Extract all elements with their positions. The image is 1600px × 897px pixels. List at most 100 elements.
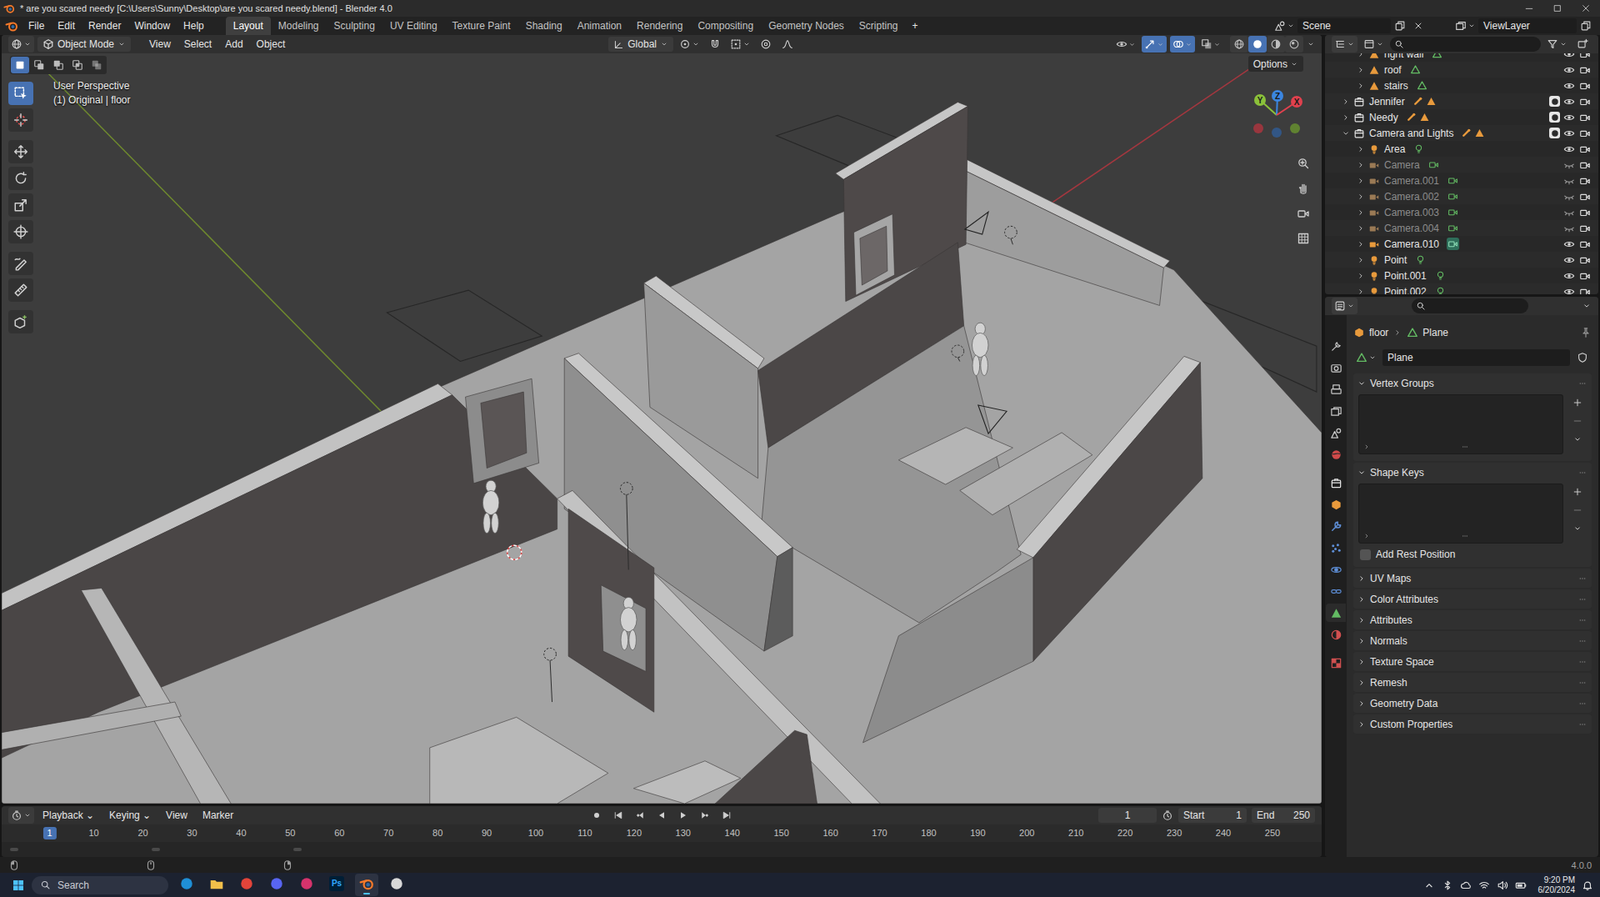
render-toggle[interactable] <box>1578 205 1592 220</box>
fake-user-button[interactable] <box>1573 349 1592 366</box>
object-data-badge[interactable] <box>1434 269 1447 282</box>
properties-tab[interactable] <box>1325 473 1346 492</box>
chevron-right-icon[interactable] <box>1355 175 1366 186</box>
object-data-badge[interactable] <box>1446 237 1460 250</box>
workspace-tab[interactable]: Rendering <box>629 16 690 35</box>
select-mode-button[interactable] <box>10 56 30 74</box>
outliner-row[interactable]: Jennifer <box>1325 93 1599 110</box>
visibility-toggle[interactable] <box>1562 253 1576 267</box>
outliner-row[interactable]: Camera <box>1325 156 1599 173</box>
menu-item[interactable]: Window <box>127 17 177 35</box>
scroll-handle[interactable] <box>151 847 160 851</box>
properties-tab[interactable] <box>1325 445 1346 464</box>
visibility-toggle[interactable] <box>1562 285 1576 295</box>
chevron-right-icon[interactable] <box>1355 80 1366 91</box>
chevron-right-icon[interactable] <box>1355 270 1366 281</box>
panel-list[interactable] <box>1358 483 1564 544</box>
frame-ruler[interactable]: 1102030405060708090100110120130140150160… <box>1 824 1322 842</box>
chevron-right-icon[interactable] <box>1355 65 1366 75</box>
menu-item[interactable]: Render <box>81 17 128 35</box>
display-mode-button[interactable] <box>1360 35 1387 53</box>
viewport-menu-item[interactable]: Select <box>177 35 219 53</box>
scene-field[interactable]: Scene <box>1297 18 1391 34</box>
render-toggle[interactable] <box>1578 237 1592 251</box>
render-toggle[interactable] <box>1578 174 1592 188</box>
visibility-toggle[interactable] <box>1562 79 1576 93</box>
add-item-button[interactable] <box>1568 483 1587 500</box>
blender-icon[interactable] <box>5 19 19 33</box>
end-frame-field[interactable]: End250 <box>1251 807 1315 823</box>
chevron-down-icon[interactable] <box>1340 128 1351 139</box>
visibility-toggle[interactable] <box>1562 126 1576 140</box>
close-button[interactable] <box>1571 0 1600 17</box>
taskbar-search[interactable]: Search <box>31 875 169 895</box>
timeline-menu-item[interactable]: View <box>159 806 195 824</box>
editor-type-button[interactable] <box>1331 35 1358 53</box>
list-menu-button[interactable] <box>1568 430 1587 448</box>
view-layer-browse[interactable] <box>1452 17 1479 35</box>
caret-up-icon[interactable] <box>1423 879 1435 891</box>
chevron-right-icon[interactable] <box>1355 207 1366 218</box>
chevron-right-icon[interactable] <box>1355 160 1366 170</box>
list-menu-button[interactable] <box>1568 520 1587 537</box>
jump-end-button[interactable] <box>717 806 736 824</box>
panel-header[interactable]: Shape Keys <box>1353 462 1592 482</box>
view-layer-field[interactable]: ViewLayer <box>1478 18 1577 34</box>
exclude-checkbox[interactable] <box>1549 95 1560 107</box>
object-data-badge[interactable] <box>1409 63 1422 76</box>
taskbar-app[interactable] <box>295 873 319 896</box>
workspace-tab[interactable]: Modeling <box>270 16 327 35</box>
win-min-icon[interactable] <box>1524 3 1535 14</box>
outliner-search[interactable] <box>1390 36 1541 52</box>
filter-button[interactable] <box>1544 35 1570 53</box>
properties-tab[interactable] <box>1325 581 1346 600</box>
object-data-badge[interactable] <box>1430 53 1444 60</box>
tool-button[interactable] <box>8 140 34 164</box>
pin-icon[interactable] <box>1580 326 1592 339</box>
workspace-tab[interactable]: Texture Paint <box>445 16 519 35</box>
current-frame-field[interactable]: 1 <box>1098 807 1157 823</box>
chevron-down-icon[interactable] <box>1306 40 1315 49</box>
properties-tab[interactable] <box>1325 560 1346 579</box>
render-toggle[interactable] <box>1578 142 1592 156</box>
viewport-toggle[interactable] <box>1170 35 1195 53</box>
shading-button[interactable] <box>1230 35 1249 53</box>
visibility-toggle[interactable] <box>1562 269 1576 283</box>
maximize-button[interactable] <box>1543 0 1572 17</box>
properties-tab[interactable] <box>1325 653 1346 672</box>
panel-header[interactable]: Remesh <box>1353 672 1592 692</box>
tool-button[interactable] <box>8 166 34 190</box>
viewport-menu-item[interactable]: View <box>142 35 178 53</box>
select-mode-button[interactable] <box>30 56 49 74</box>
pan-button[interactable] <box>1293 178 1314 199</box>
object-data-badge[interactable] <box>1434 285 1447 295</box>
properties-tab[interactable] <box>1325 603 1346 622</box>
object-data-badge[interactable] <box>1415 79 1429 92</box>
outliner-row[interactable]: Point.002 <box>1325 283 1599 295</box>
outliner-row[interactable]: Camera.010 <box>1325 235 1599 252</box>
properties-tab[interactable] <box>1325 358 1346 377</box>
properties-tab[interactable] <box>1325 380 1346 399</box>
start-frame-field[interactable]: Start1 <box>1178 807 1247 823</box>
proportional-button[interactable] <box>756 35 775 53</box>
options-dropdown[interactable]: Options <box>1248 55 1304 72</box>
object-data-badge[interactable] <box>1446 174 1460 187</box>
exclude-checkbox[interactable] <box>1549 127 1560 139</box>
viewport-toggle[interactable] <box>1113 35 1139 53</box>
view-layer-copy[interactable] <box>1576 17 1595 35</box>
select-mode-button[interactable] <box>87 56 106 74</box>
chevron-right-icon[interactable] <box>1355 191 1366 202</box>
outliner-row[interactable]: Camera.001 <box>1325 172 1599 189</box>
taskbar-app[interactable] <box>265 873 289 896</box>
stopwatch-icon[interactable] <box>1161 809 1174 821</box>
render-toggle[interactable] <box>1578 158 1592 172</box>
properties-tab[interactable] <box>1325 538 1346 557</box>
taskbar-app[interactable] <box>235 873 259 896</box>
render-toggle[interactable] <box>1578 79 1592 93</box>
render-toggle[interactable] <box>1578 110 1592 125</box>
zoom-button[interactable] <box>1293 153 1314 174</box>
jump-start-button[interactable] <box>609 806 628 824</box>
camera-view-button[interactable] <box>1293 203 1314 224</box>
timeline-menu-item[interactable]: Keying ⌄ <box>102 806 158 824</box>
outliner-row[interactable]: Area <box>1325 140 1599 157</box>
